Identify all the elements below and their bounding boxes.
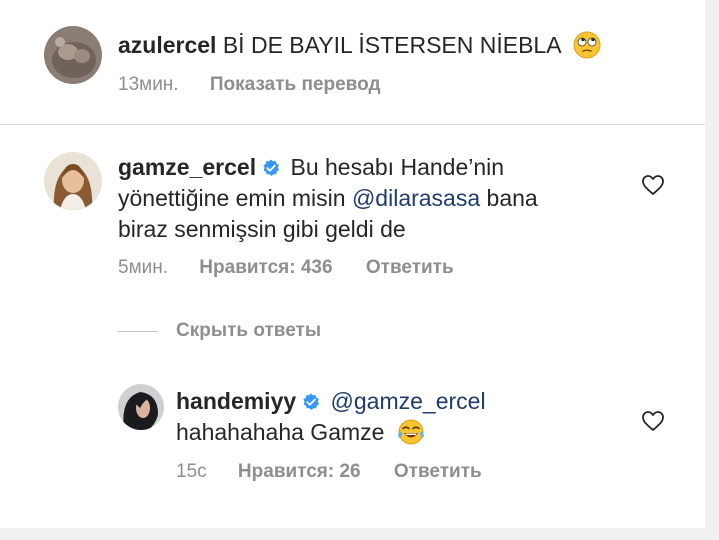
comment-2-text-1: Bu hesabı Hande’nin <box>290 154 505 180</box>
comment-1-body: azulercel Bİ DE BAYIL İSTERSEN NİEBLA <box>118 30 601 67</box>
mention-gamze-ercel-link[interactable]: @gamze_ercel <box>331 388 486 414</box>
reply-line-2: hahahahaha Gamze <box>176 417 425 454</box>
reply-text: hahahahaha Gamze <box>176 419 385 445</box>
avatar-gamze-ercel[interactable] <box>44 152 102 210</box>
comment-2-text-2b: bana <box>480 185 538 211</box>
comment-2-line-3: biraz senmişsin gibi geldi de <box>118 214 406 245</box>
verified-badge-icon <box>262 154 280 176</box>
like-heart-icon[interactable] <box>641 410 665 437</box>
show-translation-button[interactable]: Показать перевод <box>210 74 381 95</box>
reply-reply-button[interactable]: Ответить <box>394 461 482 482</box>
comment-2-meta: 5мин. Нравится: 436 Ответить <box>118 257 454 279</box>
hide-replies-toggle[interactable]: Скрыть ответы <box>176 320 321 342</box>
comment-2-likes-button[interactable]: Нравится: 436 <box>199 257 332 278</box>
mention-dilarasasa-link[interactable]: @dilarasasa <box>352 185 480 211</box>
comment-2-text-3: biraz senmişsin gibi geldi de <box>118 216 406 242</box>
tears-of-joy-emoji-icon <box>397 418 425 454</box>
reply-meta: 15с Нравится: 26 Ответить <box>176 461 482 483</box>
rolling-eyes-emoji-icon <box>573 31 601 67</box>
verified-badge-icon <box>302 388 320 410</box>
comment-1-meta: 13мин. Показать перевод <box>118 74 381 96</box>
comment-2-username[interactable]: gamze_ercel <box>118 154 256 180</box>
divider <box>0 124 705 125</box>
comment-2-time: 5мин. <box>118 257 169 278</box>
reply-likes-button[interactable]: Нравится: 26 <box>238 461 361 482</box>
hide-replies-label: Скрыть ответы <box>176 320 322 341</box>
comment-2-text-2: yönettiğine emin misin <box>118 185 352 211</box>
reply-username[interactable]: handemiyy <box>176 388 296 414</box>
avatar-handemiyy[interactable] <box>118 384 164 430</box>
avatar-azulercel[interactable] <box>44 26 102 84</box>
comment-2-line-1: gamze_ercel Bu hesabı Hande’nin <box>118 152 504 183</box>
replies-line <box>118 331 158 332</box>
comment-2-reply-button[interactable]: Ответить <box>366 257 454 278</box>
comment-1-text: Bİ DE BAYIL İSTERSEN NİEBLA <box>222 32 561 58</box>
reply-line-1: handemiyy @gamze_ercel <box>176 386 486 417</box>
comment-1-username[interactable]: azulercel <box>118 32 216 58</box>
comment-2-line-2: yönettiğine emin misin @dilarasasa bana <box>118 183 538 214</box>
like-heart-icon[interactable] <box>641 174 665 201</box>
comments-panel: azulercel Bİ DE BAYIL İSTERSEN NİEBLA 13… <box>0 0 705 528</box>
reply-time: 15с <box>176 461 207 482</box>
comment-1-time: 13мин. <box>118 74 179 95</box>
